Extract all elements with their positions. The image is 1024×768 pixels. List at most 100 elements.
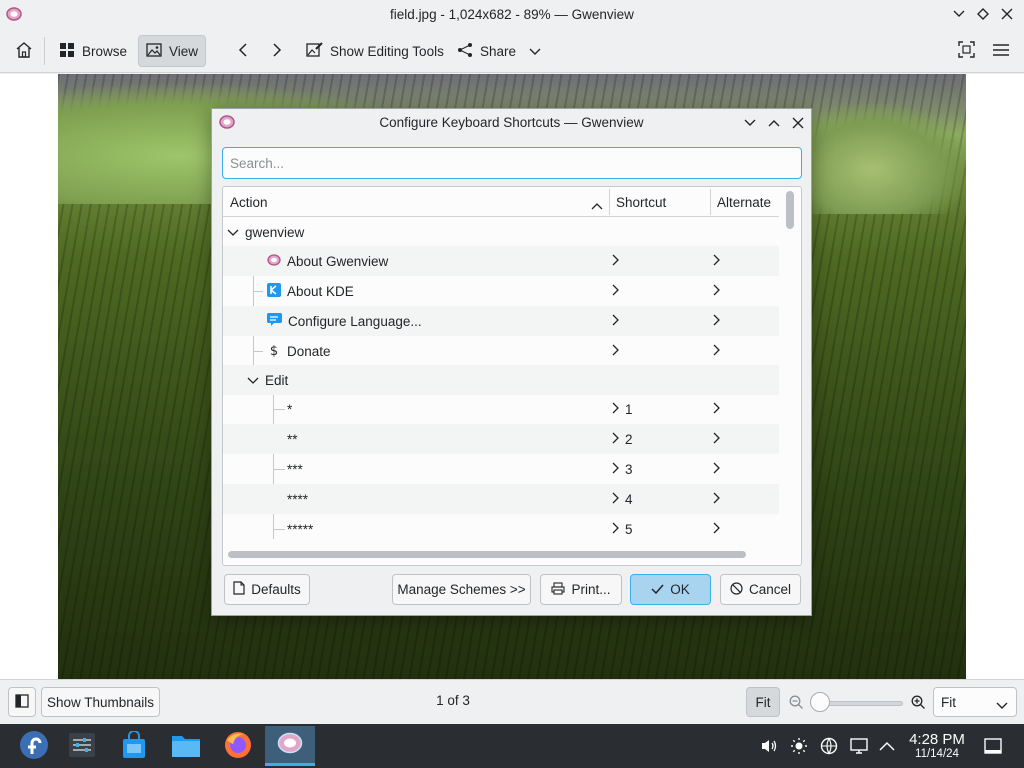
chevron-right-icon [712, 522, 720, 537]
view-button[interactable]: View [138, 35, 207, 67]
alternate-cell[interactable] [712, 276, 720, 306]
chevron-right-icon [611, 492, 619, 507]
cancel-button[interactable]: Cancel [720, 574, 801, 605]
gwenview-icon [277, 732, 303, 757]
show-thumbnails-button[interactable]: Show Thumbnails [41, 687, 160, 717]
zoom-out-icon[interactable] [789, 695, 804, 713]
action-label: About KDE [287, 283, 354, 299]
defaults-button[interactable]: Defaults [224, 574, 310, 605]
fedora-icon [19, 730, 49, 763]
next-button[interactable] [263, 35, 291, 67]
chevron-right-icon [712, 492, 720, 507]
list-item[interactable]: $ Donate [223, 336, 779, 366]
zoom-in-icon[interactable] [911, 695, 926, 713]
ok-button[interactable]: OK [630, 574, 711, 605]
fit-button[interactable]: Fit [746, 687, 780, 717]
shortcut-cell[interactable] [611, 246, 625, 276]
zoom-select[interactable]: Fit [933, 687, 1017, 717]
horizontal-scrollbar[interactable] [228, 551, 746, 558]
fit-button-label: Fit [755, 694, 771, 710]
share-label: Share [480, 43, 517, 59]
system-settings-button[interactable] [59, 726, 105, 766]
share-button[interactable]: Share [450, 35, 548, 67]
tree-rows: gwenview About Gwenview About KDE Config… [223, 217, 779, 539]
list-item[interactable]: *** 3 [223, 454, 779, 484]
dialog-close-button[interactable] [791, 114, 805, 132]
minimize-button[interactable] [952, 5, 966, 23]
print-button[interactable]: Print... [540, 574, 622, 605]
chevron-right-icon [611, 432, 619, 447]
cancel-label: Cancel [748, 582, 792, 597]
list-item[interactable]: ** 2 [223, 424, 779, 454]
dolphin-button[interactable] [163, 726, 209, 766]
shortcut-cell[interactable]: 4 [611, 484, 633, 514]
display-icon[interactable] [849, 736, 869, 756]
hamburger-menu-button[interactable] [985, 35, 1017, 67]
action-label: ** [287, 431, 298, 447]
discover-button[interactable] [111, 726, 157, 766]
alternate-cell[interactable] [712, 484, 720, 514]
shortcut-cell[interactable]: 1 [611, 394, 633, 424]
dialog-maximize-button[interactable] [767, 114, 781, 132]
alternate-cell[interactable] [712, 394, 720, 424]
shortcut-value: 5 [625, 521, 633, 537]
shortcut-cell[interactable] [611, 276, 625, 306]
volume-icon[interactable] [759, 736, 779, 756]
alternate-cell[interactable] [712, 424, 720, 454]
chevron-down-icon[interactable] [227, 225, 239, 240]
alternate-cell[interactable] [712, 454, 720, 484]
shortcut-cell[interactable] [611, 306, 625, 336]
chevron-right-icon [712, 314, 720, 329]
shortcut-cell[interactable]: 3 [611, 454, 633, 484]
fullscreen-button[interactable] [951, 35, 982, 67]
shortcuts-tree[interactable]: Action Shortcut Alternate gwenview About… [222, 186, 802, 566]
app-launcher-button[interactable] [11, 726, 57, 766]
shortcut-cell[interactable] [611, 336, 625, 366]
clock-time: 4:28 PM [909, 731, 965, 748]
shortcut-cell[interactable]: 2 [611, 424, 633, 454]
zoom-slider-handle[interactable] [810, 692, 830, 712]
status-bar: Show Thumbnails 1 of 3 Fit Fit [0, 679, 1024, 724]
alternate-cell[interactable] [712, 306, 720, 336]
list-item[interactable]: About KDE [223, 276, 779, 306]
chevron-down-icon[interactable] [247, 373, 259, 388]
clock[interactable]: 4:28 PM 11/14/24 [900, 731, 974, 760]
tree-header: Action Shortcut Alternate [223, 187, 779, 217]
list-item[interactable]: * 1 [223, 394, 779, 424]
gwenview-task-button[interactable] [265, 726, 315, 766]
search-input[interactable] [222, 147, 802, 179]
alternate-cell[interactable] [712, 336, 720, 366]
list-item[interactable]: ***** 5 [223, 514, 779, 544]
brightness-icon[interactable] [789, 736, 809, 756]
browse-button[interactable]: Browse [52, 35, 134, 67]
network-icon[interactable] [819, 736, 839, 756]
tree-group-edit[interactable]: Edit [223, 365, 779, 395]
shortcut-cell[interactable]: 5 [611, 514, 633, 544]
vertical-scrollbar[interactable] [786, 191, 794, 229]
list-item[interactable]: Configure Language... [223, 306, 779, 336]
show-editing-tools-button[interactable]: Show Editing Tools [299, 35, 451, 67]
alternate-cell[interactable] [712, 514, 720, 544]
column-shortcut-label: Shortcut [616, 194, 667, 210]
show-desktop-icon[interactable] [983, 736, 1003, 756]
toggle-sidebar-button[interactable] [8, 687, 36, 717]
close-button[interactable] [1000, 5, 1014, 23]
maximize-button[interactable] [976, 5, 990, 23]
zoom-slider-track[interactable] [818, 701, 903, 706]
chevron-up-icon[interactable] [877, 736, 897, 756]
tree-group-label: Edit [265, 372, 289, 388]
list-item[interactable]: About Gwenview [223, 246, 779, 276]
list-item[interactable]: **** 4 [223, 484, 779, 514]
firefox-button[interactable] [215, 726, 261, 766]
home-button[interactable] [8, 35, 40, 67]
column-header-action[interactable]: Action [223, 187, 609, 217]
dialog-minimize-button[interactable] [743, 114, 757, 132]
sidebar-icon [15, 693, 29, 711]
column-header-alternate[interactable]: Alternate [710, 187, 779, 217]
dialog-titlebar: Configure Keyboard Shortcuts — Gwenview [212, 109, 811, 136]
alternate-cell[interactable] [712, 246, 720, 276]
previous-button[interactable] [229, 35, 257, 67]
tree-group-gwenview[interactable]: gwenview [223, 217, 779, 247]
manage-schemes-button[interactable]: Manage Schemes >> [392, 574, 531, 605]
column-header-shortcut[interactable]: Shortcut [609, 187, 710, 217]
